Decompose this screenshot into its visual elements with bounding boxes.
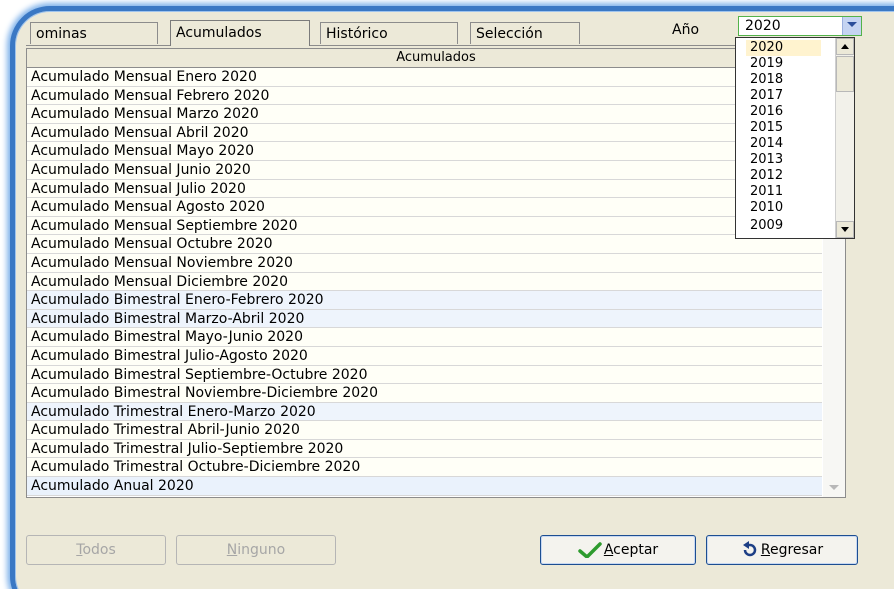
year-combobox[interactable]: 2020 (738, 16, 862, 36)
grid-row[interactable]: Acumulado Mensual Octubre 2020 (27, 235, 822, 254)
year-option[interactable]: 2016 (750, 104, 810, 120)
scroll-down-icon[interactable] (829, 485, 839, 490)
chevron-down-icon[interactable] (842, 17, 861, 35)
year-option[interactable]: 2019 (750, 56, 810, 72)
year-option[interactable]: 2012 (750, 168, 810, 184)
tab-acumulados[interactable]: Acumulados (170, 20, 310, 46)
grid-row[interactable]: Acumulado Mensual Mayo 2020 (27, 142, 822, 161)
grid-row[interactable]: Acumulado Anual 2020 (27, 477, 822, 496)
year-dropdown-list[interactable]: 2020 2019 2018 2017 2016 2015 2014 2013 … (735, 37, 855, 239)
regresar-hotkey: R (760, 542, 770, 558)
app-frame: ominas Acumulados Histórico Selección Añ… (0, 0, 894, 589)
grid-row[interactable]: Acumulado Mensual Junio 2020 (27, 160, 822, 180)
ninguno-label: inguno (237, 542, 286, 558)
year-option[interactable]: 2011 (750, 184, 810, 200)
grid-row[interactable]: Acumulado Trimestral Abril-Junio 2020 (27, 421, 822, 440)
grid-row[interactable]: Acumulado Bimestral Marzo-Abril 2020 (27, 309, 822, 329)
back-arrow-icon (742, 541, 757, 557)
grid-row[interactable]: Acumulado Mensual Enero 2020 (27, 68, 822, 87)
aceptar-button[interactable]: Aceptar (540, 535, 696, 565)
grid-row[interactable]: Acumulado Bimestral Mayo-Junio 2020 (27, 328, 822, 347)
year-option[interactable]: 2018 (750, 72, 810, 88)
grid-row[interactable]: Acumulado Mensual Abril 2020 (27, 123, 822, 143)
dropdown-scrollbar[interactable] (835, 38, 854, 238)
grid-row[interactable]: Acumulado Mensual Noviembre 2020 (27, 253, 822, 273)
aceptar-hotkey: A (603, 542, 614, 558)
grid-row[interactable]: Acumulado Bimestral Noviembre-Diciembre … (27, 384, 822, 403)
tab-baseline (26, 45, 826, 46)
grid-row[interactable]: Acumulado Mensual Agosto 2020 (27, 198, 822, 217)
acumulados-grid: Acumulados Acumulado Mensual Enero 2020 A… (26, 48, 846, 498)
year-combobox-value: 2020 (745, 18, 781, 34)
year-option[interactable]: 2010 (750, 200, 810, 216)
grid-row[interactable]: Acumulado Mensual Julio 2020 (27, 179, 822, 199)
grid-row[interactable]: Acumulado Mensual Septiembre 2020 (27, 216, 822, 236)
year-option[interactable]: 2009 (750, 218, 810, 234)
regresar-label: egresar (769, 542, 824, 558)
tab-seleccion[interactable]: Selección (470, 22, 580, 44)
grid-row[interactable]: Acumulado Mensual Febrero 2020 (27, 86, 822, 106)
grid-rows: Acumulado Mensual Enero 2020 Acumulado Me… (27, 68, 822, 496)
year-option[interactable]: 2015 (750, 120, 810, 136)
grid-row[interactable]: Acumulado Mensual Diciembre 2020 (27, 272, 822, 292)
ninguno-button[interactable]: Ninguno (176, 535, 336, 565)
aceptar-label: ceptar (613, 542, 659, 558)
todos-label: odos (82, 542, 116, 558)
scroll-up-icon[interactable] (836, 38, 854, 55)
grid-row[interactable]: Acumulado Trimestral Enero-Marzo 2020 (27, 402, 822, 422)
grid-row[interactable]: Acumulado Trimestral Octubre-Diciembre 2… (27, 458, 822, 478)
grid-row[interactable]: Acumulado Trimestral Julio-Septiembre 20… (27, 439, 822, 459)
year-option[interactable]: 2014 (750, 136, 810, 152)
year-option[interactable]: 2020 (746, 40, 821, 56)
year-label: Año (672, 22, 700, 38)
scroll-thumb[interactable] (836, 56, 854, 92)
grid-header[interactable]: Acumulados (27, 49, 845, 68)
todos-button[interactable]: Todos (26, 535, 166, 565)
grid-row[interactable]: Acumulado Bimestral Septiembre-Octubre 2… (27, 365, 822, 385)
regresar-button[interactable]: Regresar (706, 535, 858, 565)
tab-nominas[interactable]: ominas (30, 22, 158, 44)
scroll-down-icon[interactable] (836, 221, 854, 238)
grid-row[interactable]: Acumulado Mensual Marzo 2020 (27, 105, 822, 124)
year-option[interactable]: 2017 (750, 88, 810, 104)
ninguno-hotkey: N (226, 542, 238, 558)
checkmark-icon (578, 542, 602, 558)
grid-row[interactable]: Acumulado Bimestral Enero-Febrero 2020 (27, 291, 822, 310)
tab-historico[interactable]: Histórico (320, 22, 458, 44)
grid-row[interactable]: Acumulado Bimestral Julio-Agosto 2020 (27, 346, 822, 366)
year-option[interactable]: 2013 (750, 152, 810, 168)
